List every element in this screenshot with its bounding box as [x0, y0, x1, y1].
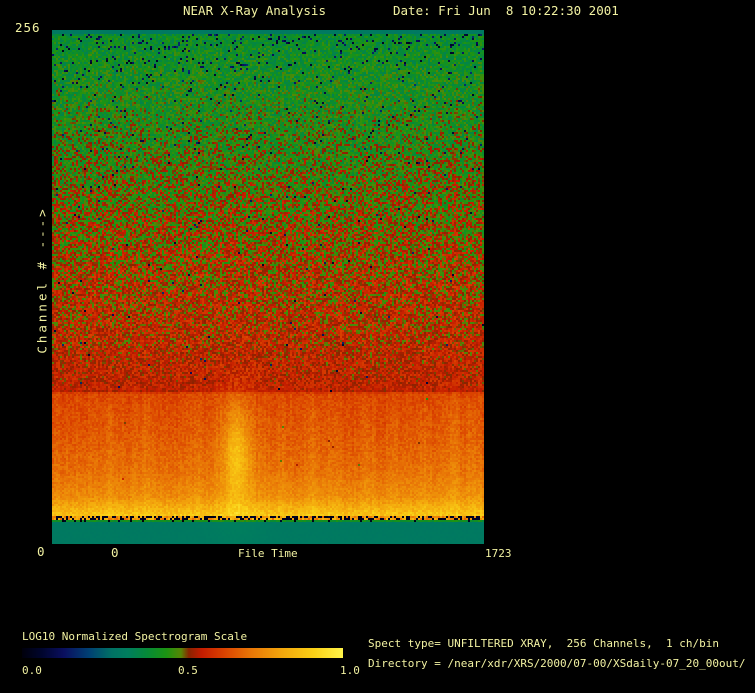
- x-axis-min-tick: 0: [111, 545, 120, 560]
- y-axis-max-tick: 256: [15, 20, 41, 35]
- colorbar-tick-mid: 0.5: [178, 664, 198, 677]
- x-axis-max-tick: 1723: [485, 547, 512, 560]
- colorbar-tick-max: 1.0: [340, 664, 360, 677]
- colorbar-tick-min: 0.0: [22, 664, 42, 677]
- near-xray-analysis-window: NEAR X-Ray Analysis Date: Fri Jun 8 10:2…: [0, 0, 755, 693]
- spect-type-info: Spect type= UNFILTERED XRAY, 256 Channel…: [368, 637, 719, 650]
- y-axis-min-tick: 0: [37, 544, 46, 559]
- spectrogram-heatmap: [52, 30, 484, 544]
- x-axis-label: File Time: [238, 547, 298, 560]
- page-title: NEAR X-Ray Analysis: [183, 3, 326, 18]
- colorbar-title: LOG10 Normalized Spectrogram Scale: [22, 630, 248, 643]
- directory-info: Directory = /near/xdr/XRS/2000/07-00/XSd…: [368, 657, 746, 670]
- y-axis-label: Channel # --->: [34, 206, 50, 354]
- colorbar-gradient: [22, 648, 343, 658]
- date-label: Date: Fri Jun 8 10:22:30 2001: [393, 3, 619, 18]
